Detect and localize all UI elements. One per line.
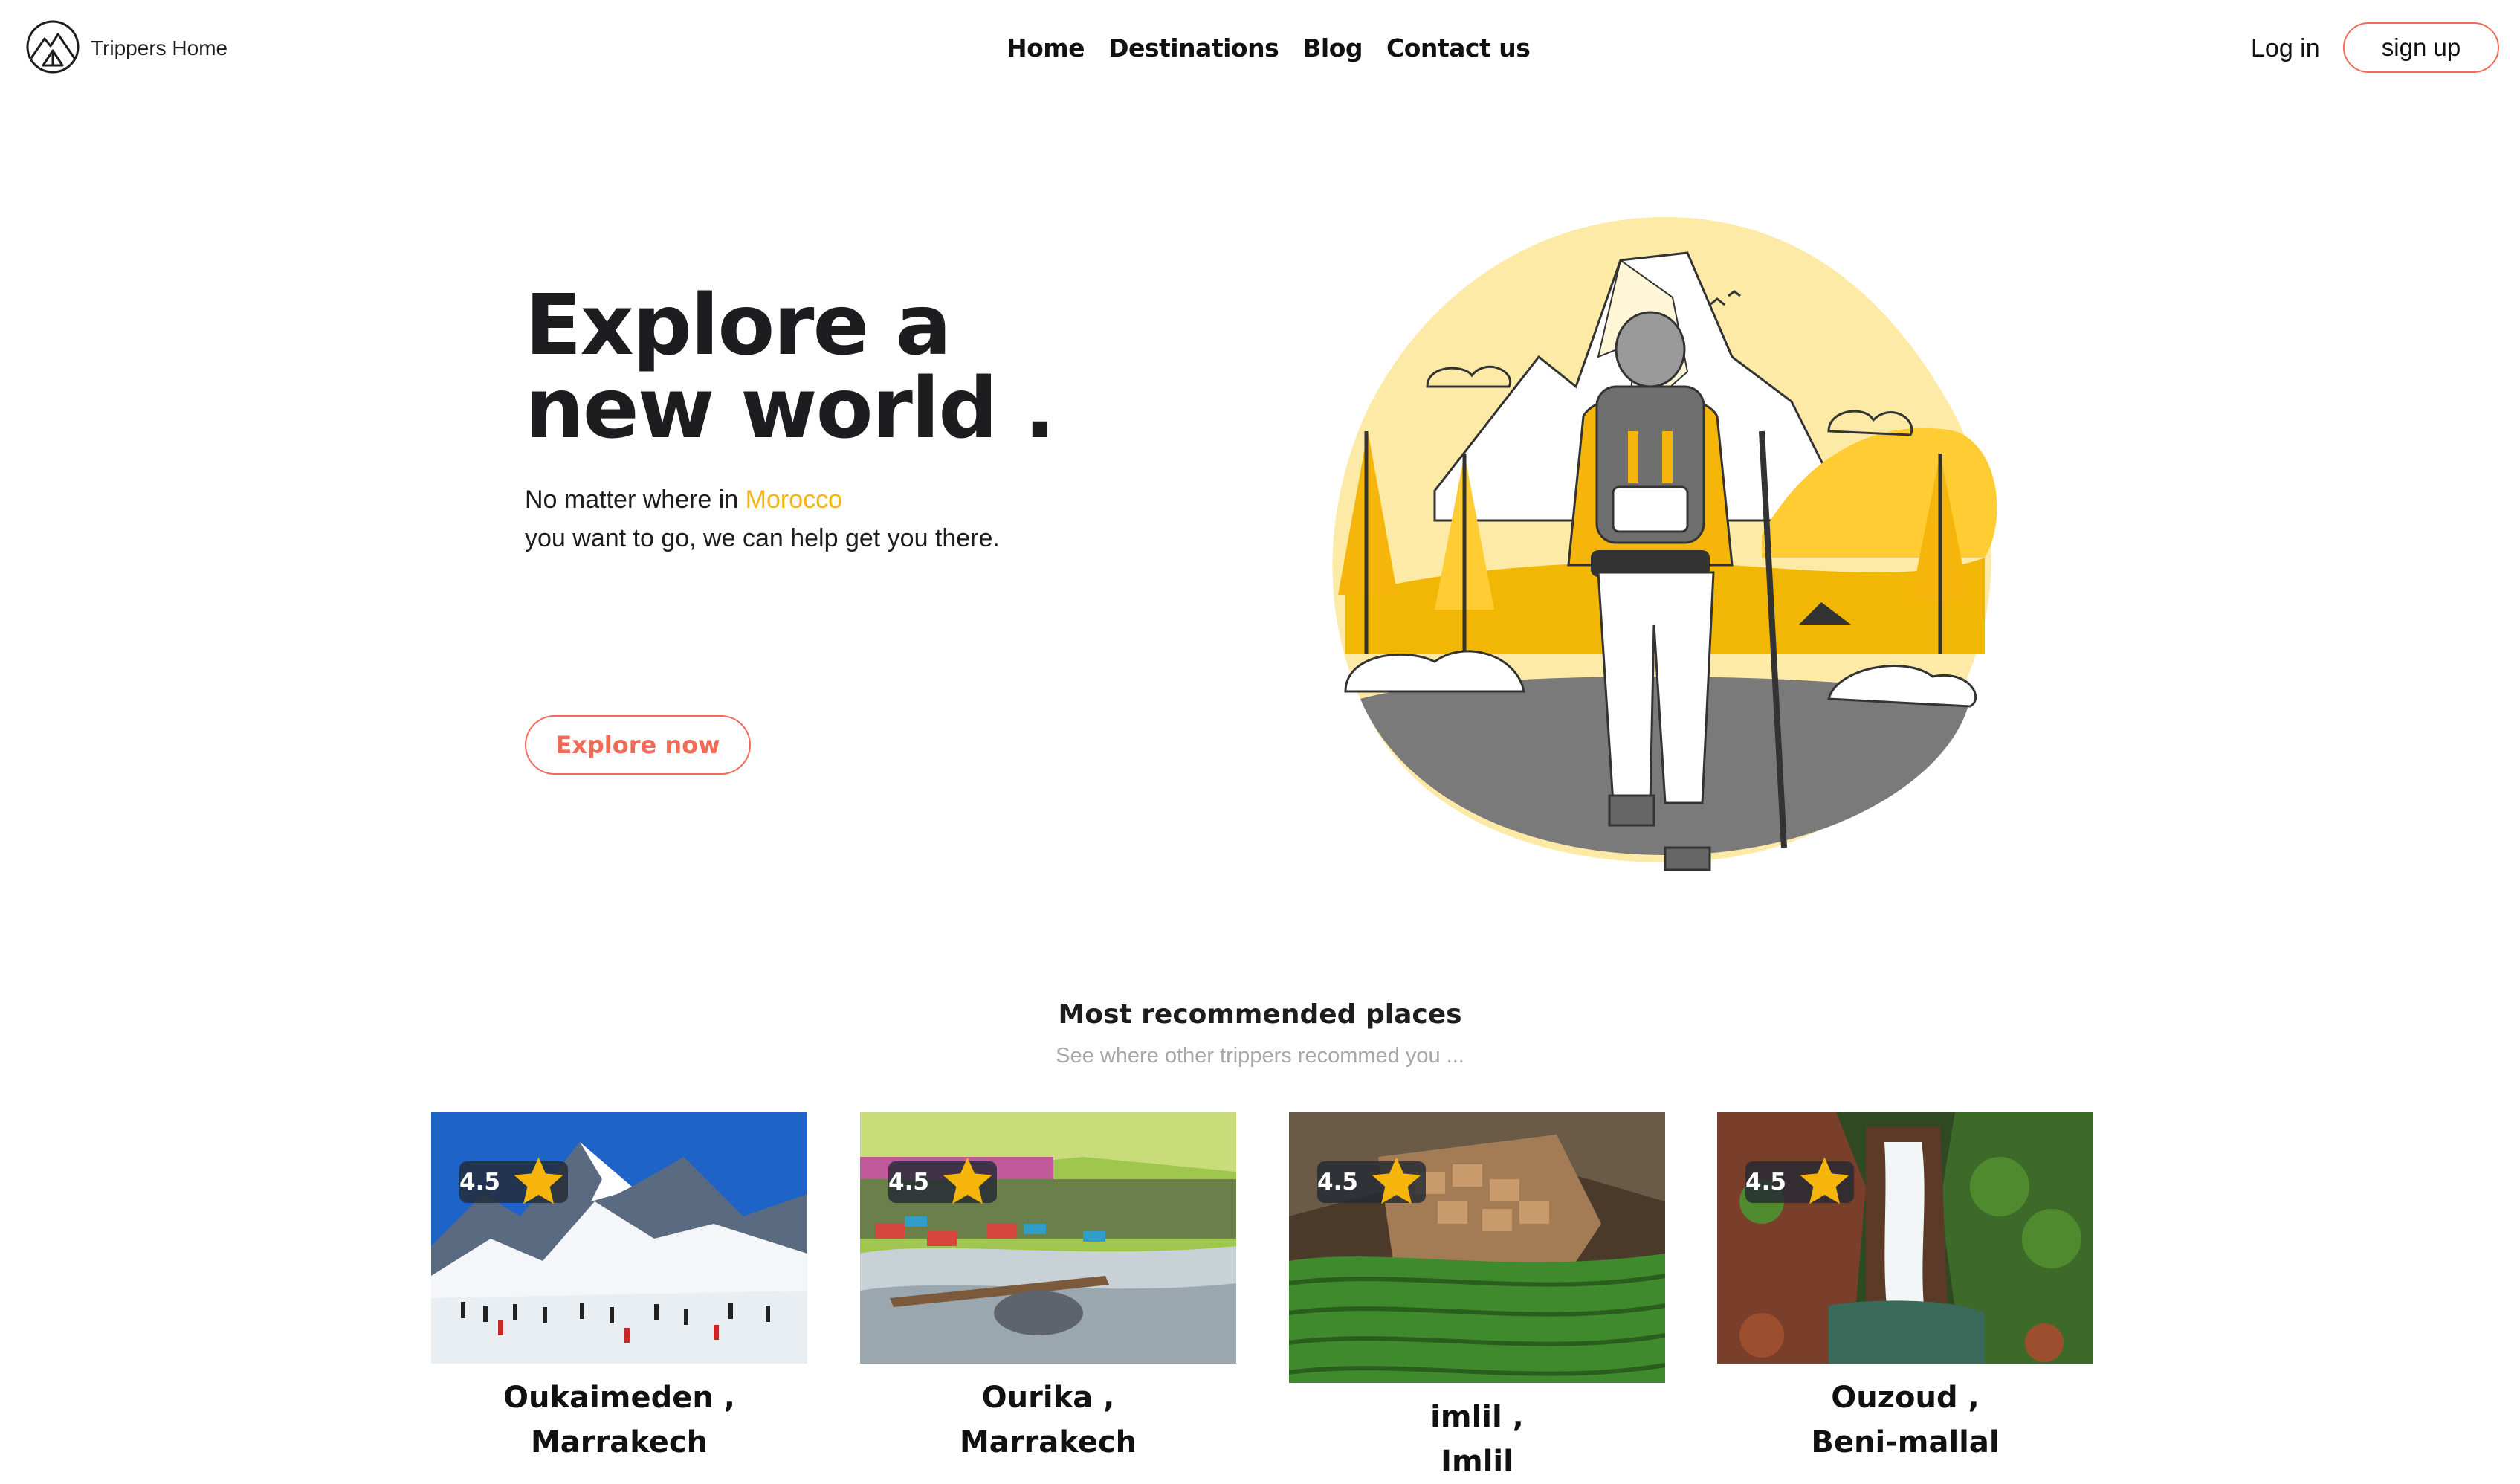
rating-badge: 4.5 [459, 1158, 568, 1204]
place-name: Ourika , [981, 1381, 1115, 1415]
hero-subtitle-line2: you want to go, we can help get you ther… [525, 524, 1000, 552]
hero-title: Explore a new world . [525, 284, 1090, 451]
login-link[interactable]: Log in [2251, 30, 2320, 67]
place-card[interactable]: 4.5 imlil , Imlil [1289, 1112, 1665, 1484]
rating-value: 4.5 [888, 1169, 929, 1196]
brand[interactable]: Trippers Home [25, 19, 227, 77]
section-subtitle: See where other trippers recommed you ..… [1056, 1044, 1464, 1068]
place-name: Oukaimeden , [503, 1381, 735, 1415]
terraced-village-photo: 4.5 [1289, 1112, 1665, 1383]
nav-link-home[interactable]: Home [1007, 33, 1085, 62]
rating-badge: 4.5 [1745, 1158, 1854, 1204]
rating-badge: 4.5 [1317, 1158, 1426, 1204]
hiker-mountain-illustration [1316, 208, 2007, 885]
hero-title-line2: new world . [525, 361, 1056, 457]
star-icon [1795, 1152, 1854, 1211]
nav-link-blog[interactable]: Blog [1302, 33, 1363, 62]
place-title: Oukaimeden , Marrakech [431, 1375, 807, 1465]
signup-button[interactable]: sign up [2343, 22, 2499, 73]
place-title: Ouzoud , Beni-mallal [1717, 1375, 2093, 1465]
hero-subtitle: No matter where in Morocco you want to g… [525, 480, 1194, 558]
brand-name: Trippers Home [91, 36, 228, 59]
star-icon [509, 1152, 568, 1211]
star-icon [938, 1152, 997, 1211]
place-city: Marrakech [530, 1425, 708, 1459]
hero-subtitle-accent: Morocco [745, 485, 843, 514]
main-nav: Home Destinations Blog Contact us [1007, 28, 1531, 67]
nav-link-contact[interactable]: Contact us [1386, 33, 1531, 62]
place-name: Ouzoud , [1831, 1381, 1980, 1415]
place-card[interactable]: 4.5 Ourika , Marrakech [860, 1112, 1236, 1465]
section-title: Most recommended places [1058, 999, 1462, 1030]
place-title: imlil , Imlil [1289, 1395, 1665, 1484]
nav-link-destinations[interactable]: Destinations [1108, 33, 1279, 62]
place-card[interactable]: 4.5 Ouzoud , Beni-mallal [1717, 1112, 2093, 1465]
mountain-tent-logo-icon [25, 19, 80, 77]
star-icon [1367, 1152, 1426, 1211]
rating-badge: 4.5 [888, 1158, 997, 1204]
rating-value: 4.5 [459, 1169, 500, 1196]
place-city: Imlil [1441, 1445, 1513, 1479]
place-city: Beni-mallal [1811, 1425, 2000, 1459]
waterfall-photo: 4.5 [1717, 1112, 2093, 1364]
place-city: Marrakech [959, 1425, 1137, 1459]
place-name: imlil , [1430, 1400, 1524, 1434]
place-title: Ourika , Marrakech [860, 1375, 1236, 1465]
snowy-mountain-ski-photo: 4.5 [431, 1112, 807, 1364]
hero-title-line1: Explore a [525, 277, 952, 374]
explore-now-button[interactable]: Explore now [525, 715, 751, 775]
hero-subtitle-text: No matter where in [525, 485, 746, 514]
navbar: Trippers Home Home Destinations Blog Con… [0, 0, 2520, 97]
rating-value: 4.5 [1317, 1169, 1358, 1196]
river-valley-cafes-photo: 4.5 [860, 1112, 1236, 1364]
place-card[interactable]: 4.5 Oukaimeden , Marrakech [431, 1112, 807, 1465]
rating-value: 4.5 [1745, 1169, 1786, 1196]
